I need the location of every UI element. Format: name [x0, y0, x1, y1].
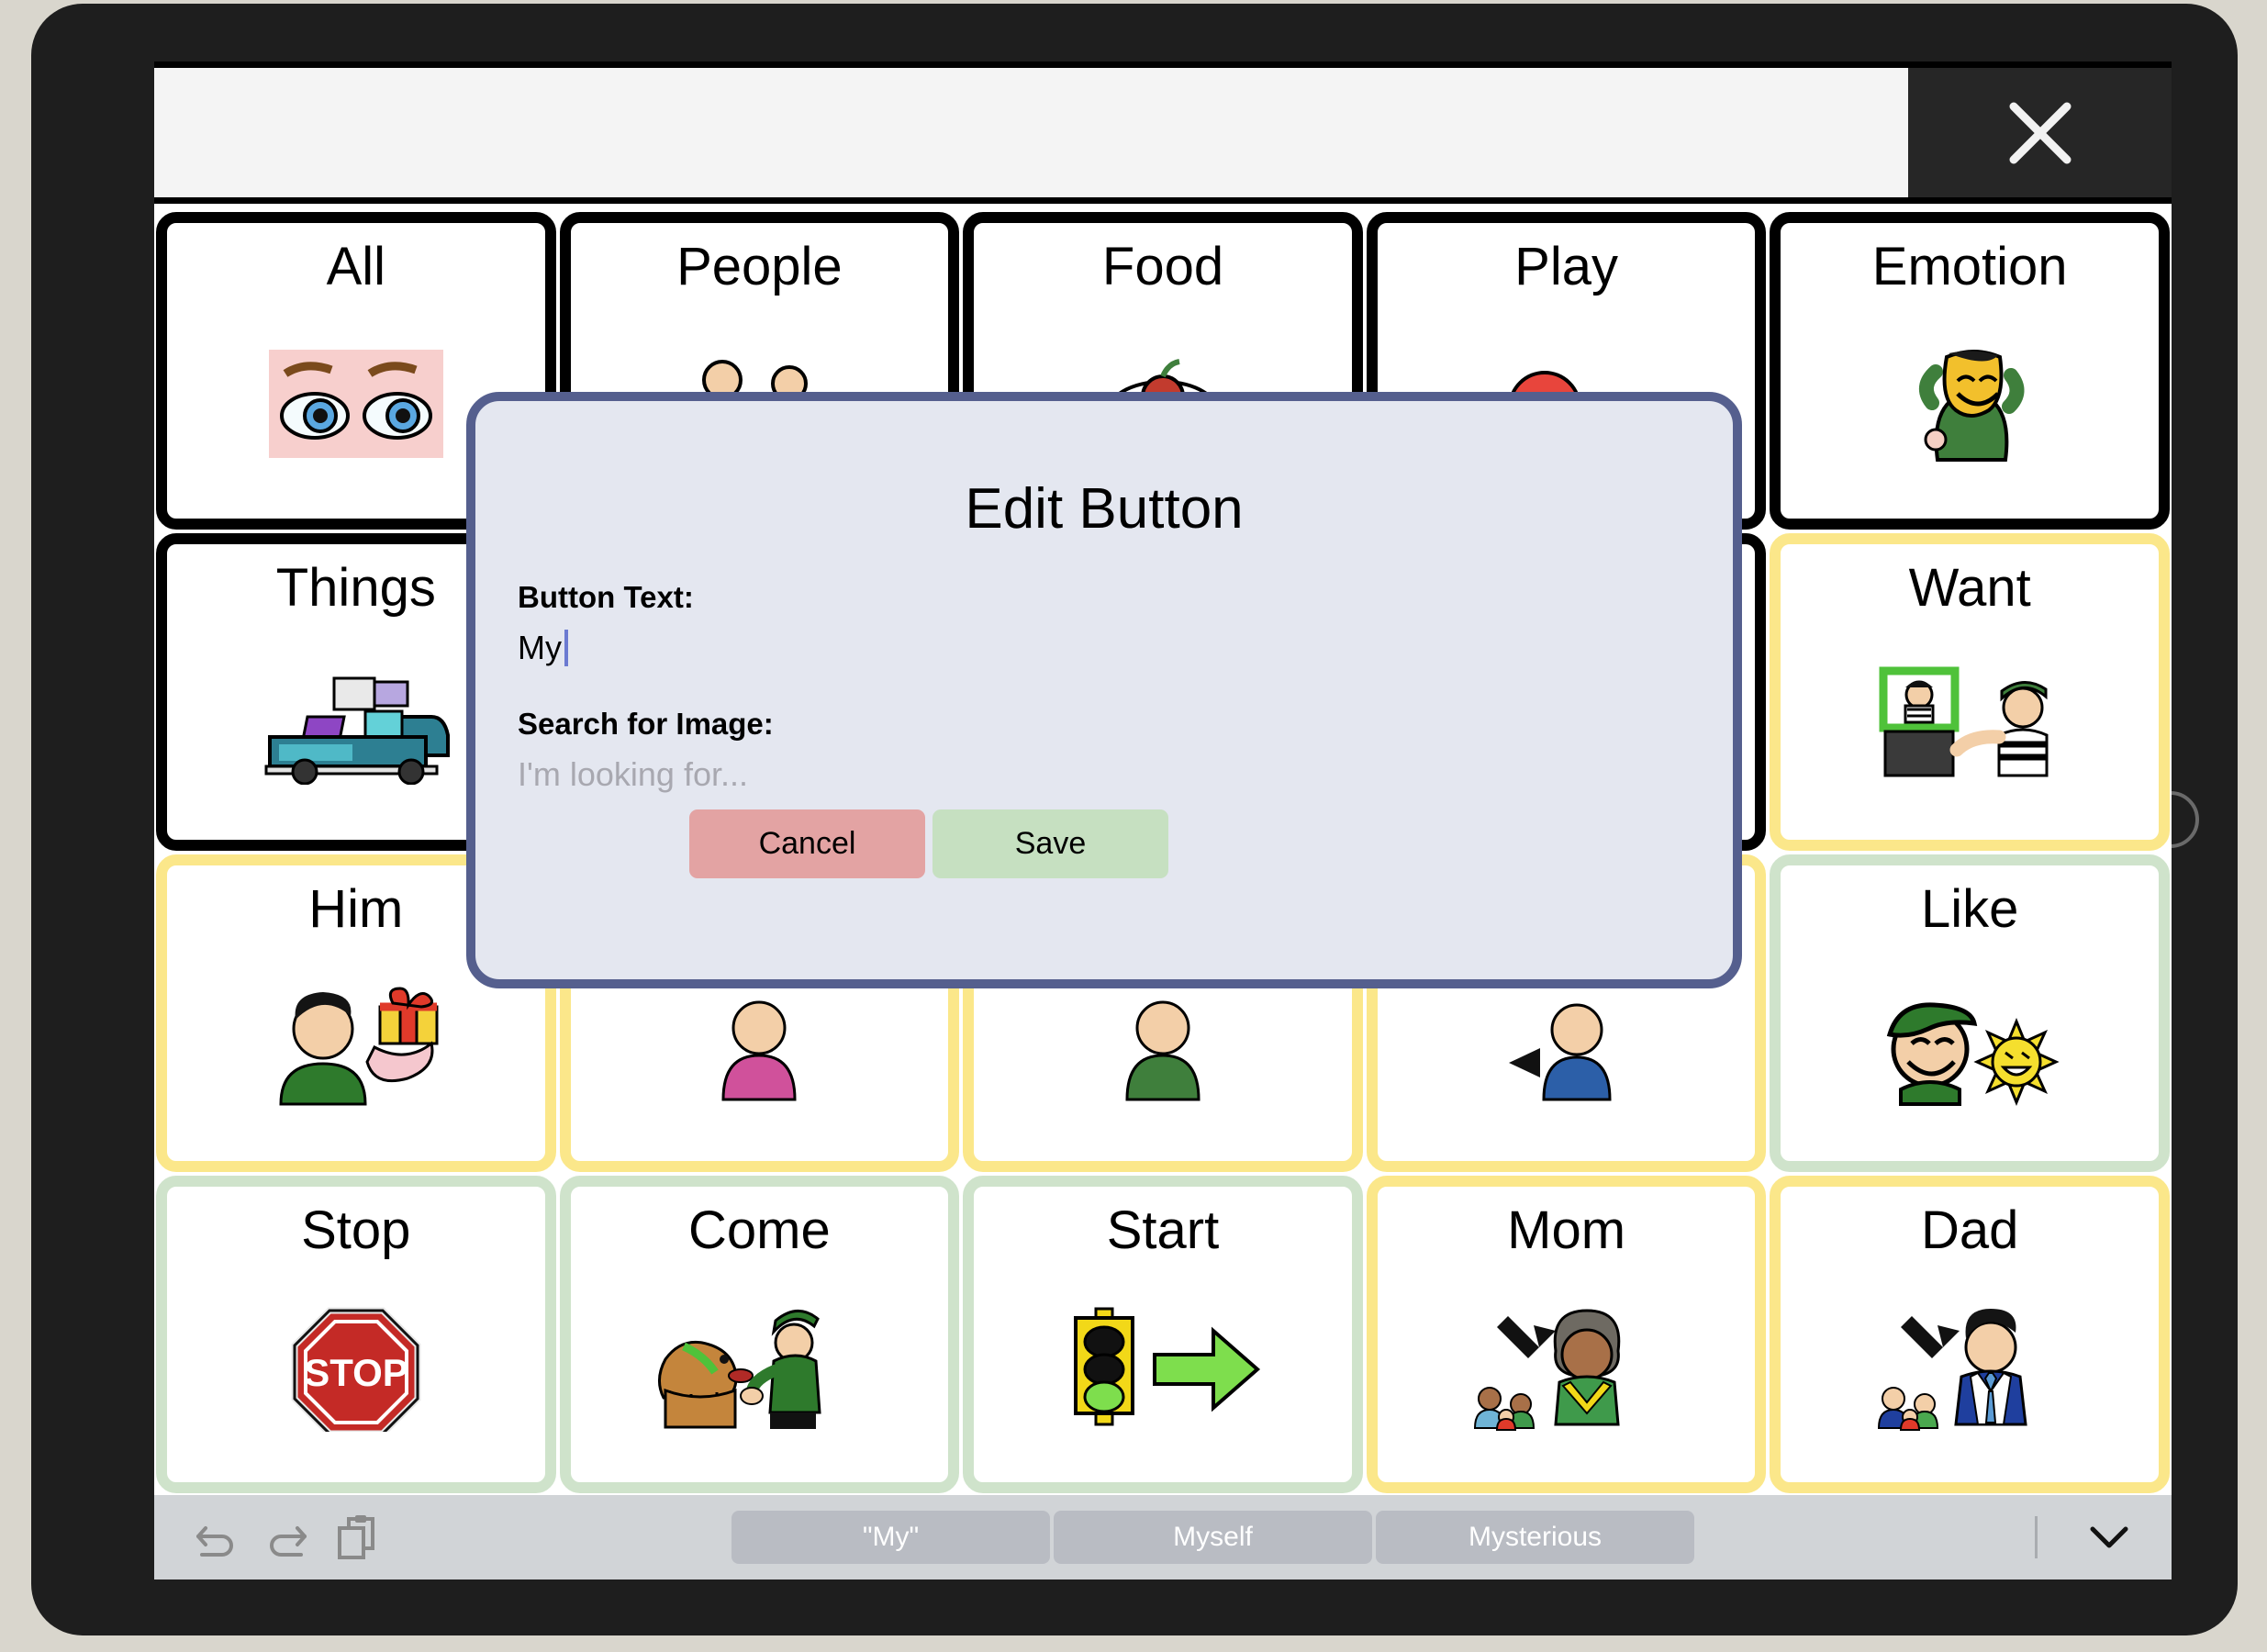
tile-label: Things — [275, 558, 436, 618]
toolbar-divider — [2035, 1516, 2038, 1558]
search-image-input[interactable]: I'm looking for... — [518, 754, 1691, 795]
button-text-value: My — [518, 629, 562, 666]
suggestion-chip[interactable]: Mysterious — [1376, 1511, 1694, 1564]
tile-label: Like — [1920, 879, 2019, 939]
chevron-down-icon[interactable] — [2074, 1507, 2144, 1568]
text-caret — [564, 630, 568, 666]
svg-text:STOP: STOP — [304, 1351, 408, 1394]
grid-tile-like[interactable]: Like — [1770, 854, 2170, 1172]
tile-label: Emotion — [1871, 237, 2068, 296]
traffic-arrow-icon — [974, 1259, 1352, 1482]
search-image-label: Search for Image: — [518, 707, 774, 741]
button-text-label: Button Text: — [518, 580, 694, 614]
grid-tile-want[interactable]: Want — [1770, 533, 2170, 851]
close-x-icon — [2003, 95, 2078, 171]
dad-arrow-icon — [1781, 1259, 2159, 1482]
tile-label: Him — [308, 879, 404, 939]
tile-label: Food — [1101, 237, 1224, 296]
grid-tile-come[interactable]: Come — [559, 1176, 960, 1493]
tile-label: Want — [1908, 558, 2031, 618]
tile-label: Mom — [1507, 1200, 1626, 1260]
top-message-bar — [154, 61, 2172, 204]
word-suggestions: "My" Myself Mysterious — [391, 1511, 2035, 1564]
grid-tile-emotion[interactable]: Emotion — [1770, 212, 2170, 530]
emotion-mask-icon — [1781, 296, 2159, 519]
grid-tile-dad[interactable]: Dad — [1770, 1176, 2170, 1493]
grid-tile-start[interactable]: Start — [963, 1176, 1363, 1493]
redo-icon[interactable] — [251, 1507, 321, 1568]
tile-label: Come — [688, 1200, 831, 1260]
tile-label: All — [326, 237, 386, 296]
cancel-button[interactable]: Cancel — [689, 809, 925, 878]
button-text-input[interactable]: My — [518, 628, 1691, 668]
undo-icon[interactable] — [182, 1507, 251, 1568]
dialog-actions: Cancel Save — [689, 809, 1168, 878]
tile-label: Stop — [301, 1200, 411, 1260]
suggestion-chip[interactable]: Myself — [1054, 1511, 1372, 1564]
grid-tile-stop[interactable]: Stop STOP — [156, 1176, 556, 1493]
save-button[interactable]: Save — [932, 809, 1168, 878]
grid-tile-mom[interactable]: Mom — [1366, 1176, 1767, 1493]
tile-label: Start — [1106, 1200, 1220, 1260]
stop-sign-icon: STOP — [167, 1259, 545, 1482]
bottom-toolbar: "My" Myself Mysterious — [154, 1495, 2172, 1579]
want-vending-icon — [1781, 617, 2159, 840]
dog-man-icon — [571, 1259, 949, 1482]
tile-label: People — [676, 237, 843, 296]
tile-label: Dad — [1920, 1200, 2019, 1260]
mom-arrow-icon — [1378, 1259, 1756, 1482]
app-screen: All People Food Play Emotion Things Want… — [154, 61, 2172, 1579]
tablet-device-frame: All People Food Play Emotion Things Want… — [31, 4, 2238, 1635]
close-button[interactable] — [1908, 68, 2172, 197]
boy-sun-icon — [1781, 938, 2159, 1161]
tile-label: Play — [1514, 237, 1618, 296]
suggestion-chip[interactable]: "My" — [731, 1511, 1050, 1564]
edit-button-dialog: Edit Button Button Text: My Search for I… — [466, 392, 1742, 988]
toolbar-right-group — [2035, 1507, 2144, 1568]
dialog-title: Edit Button — [965, 477, 1244, 541]
message-input[interactable] — [154, 68, 1908, 197]
paste-icon[interactable] — [321, 1507, 391, 1568]
